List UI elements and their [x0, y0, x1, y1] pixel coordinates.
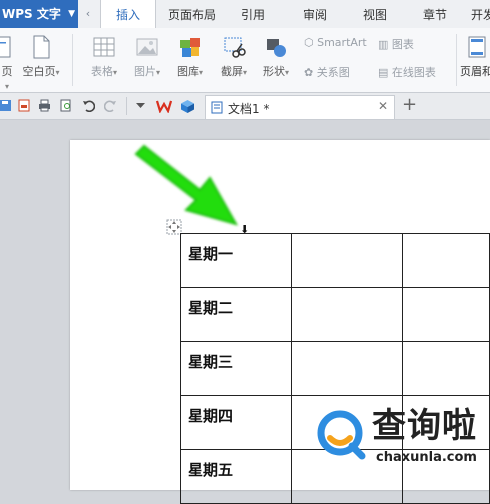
table-row: 星期三 — [179, 341, 490, 396]
table-cell[interactable] — [291, 341, 403, 396]
header-footer-button[interactable]: 页眉和 — [460, 34, 490, 79]
document-icon — [211, 101, 223, 114]
smartart-label: SmartArt — [317, 36, 367, 49]
app-menu-button[interactable]: WPS 文字 ▼ — [0, 0, 78, 28]
table-cell[interactable] — [401, 341, 490, 396]
table-cell[interactable] — [401, 233, 490, 288]
tab-insert[interactable]: 插入 — [100, 0, 156, 29]
shape-label: 形状▾ — [262, 65, 289, 78]
print-preview-icon[interactable] — [60, 99, 73, 112]
header-footer-label: 页眉和 — [460, 65, 490, 78]
gallery-icon — [180, 38, 200, 57]
undo-icon[interactable] — [82, 99, 95, 112]
shapes-icon — [267, 39, 286, 57]
picture-label: 图片▾ — [133, 65, 160, 78]
chart-icon: ▥ — [378, 38, 389, 51]
chart-label: 图表 — [391, 38, 414, 51]
table-label: 表格▾ — [90, 65, 117, 78]
new-tab-button[interactable]: + — [402, 94, 417, 115]
chevron-down-icon: ▼ — [68, 9, 75, 19]
table-cell-day[interactable]: 星期三 — [179, 341, 293, 396]
page-button[interactable]: 页▾ — [0, 34, 14, 92]
green-arrow-annotation — [134, 144, 239, 226]
online-chart-label: 在线图表 — [391, 66, 436, 79]
picture-icon — [136, 38, 158, 56]
ribbon-insert: 页▾ 空白页▾ 表格▾ 图片▾ 图库▾ 截屏▾ 形状▾ ⬡ SmartArt ✿… — [0, 28, 490, 93]
gallery-button[interactable]: 图库▾ — [170, 34, 210, 79]
relation-diagram-button[interactable]: ✿ 关系图 — [304, 64, 350, 80]
table-cell-day[interactable]: 星期二 — [179, 287, 293, 342]
site-watermark: 查询啦 chaxunla.com — [314, 402, 490, 470]
chart-button[interactable]: ▥ 图表 — [378, 36, 414, 52]
close-icon[interactable]: ✕ — [378, 99, 388, 113]
tab-section[interactable]: 章节 — [412, 0, 458, 28]
smartart-button[interactable]: ⬡ SmartArt — [304, 36, 367, 49]
wps-logo-icon[interactable] — [156, 99, 172, 113]
table-cell[interactable] — [291, 233, 403, 288]
screenshot-label: 截屏▾ — [220, 65, 247, 78]
title-tab-bar: WPS 文字 ▼ ‹ 插入 页面布局 引用 审阅 视图 章节 开发 — [0, 0, 490, 29]
relation-icon: ✿ — [304, 66, 314, 79]
chevron-down-icon[interactable] — [134, 99, 147, 112]
print-icon[interactable] — [38, 99, 51, 112]
app-title: WPS 文字 — [2, 7, 61, 21]
blank-page-label: 空白页▾ — [22, 65, 60, 78]
gallery-label: 图库▾ — [176, 65, 203, 78]
table-cell-day[interactable]: 星期一 — [179, 233, 293, 288]
header-footer-icon — [468, 36, 486, 58]
page-label: 页▾ — [1, 65, 13, 91]
online-chart-button[interactable]: ▤ 在线图表 — [378, 64, 436, 80]
export-pdf-icon[interactable] — [18, 99, 31, 112]
ribbon-separator — [456, 34, 457, 86]
table-cell-day[interactable]: 星期四 — [179, 395, 293, 450]
document-tab[interactable]: 文档1 * ✕ — [205, 95, 395, 119]
relation-label: 关系图 — [316, 66, 350, 79]
redo-icon[interactable] — [104, 99, 117, 112]
toolbar-separator — [126, 97, 127, 115]
chevron-left-icon[interactable]: ‹ — [82, 3, 94, 25]
cube-icon[interactable] — [180, 99, 195, 114]
tab-developer[interactable]: 开发 — [468, 0, 490, 28]
tab-page-layout[interactable]: 页面布局 — [158, 0, 226, 28]
table-cell-day[interactable]: 星期五 — [179, 449, 293, 504]
blank-page-button[interactable]: 空白页▾ — [20, 34, 62, 79]
table-icon — [93, 37, 115, 57]
table-cell[interactable] — [291, 287, 403, 342]
screenshot-button[interactable]: 截屏▾ — [214, 34, 254, 79]
table-button[interactable]: 表格▾ — [84, 34, 124, 79]
table-cell[interactable] — [401, 287, 490, 342]
magnifier-logo-icon — [317, 410, 366, 460]
picture-button[interactable]: 图片▾ — [126, 34, 168, 79]
tab-references[interactable]: 引用 — [230, 0, 276, 28]
scissors-icon — [224, 37, 246, 58]
smartart-icon: ⬡ — [304, 36, 314, 49]
tab-review[interactable]: 审阅 — [292, 0, 338, 28]
blank-page-icon — [33, 35, 50, 59]
document-tab-name: 文档1 * — [228, 102, 270, 116]
table-row: 星期一 — [179, 233, 490, 288]
save-icon[interactable] — [0, 99, 13, 112]
ribbon-separator — [72, 34, 73, 86]
quick-access-bar: 文档1 * ✕ + — [0, 93, 490, 120]
online-chart-icon: ▤ — [378, 66, 389, 79]
shape-button[interactable]: 形状▾ — [256, 34, 296, 79]
watermark-url: chaxunla.com — [376, 450, 477, 465]
watermark-title: 查询啦 — [372, 406, 477, 446]
page-icon — [0, 36, 11, 58]
table-row: 星期二 — [179, 287, 490, 342]
tab-view[interactable]: 视图 — [352, 0, 398, 28]
